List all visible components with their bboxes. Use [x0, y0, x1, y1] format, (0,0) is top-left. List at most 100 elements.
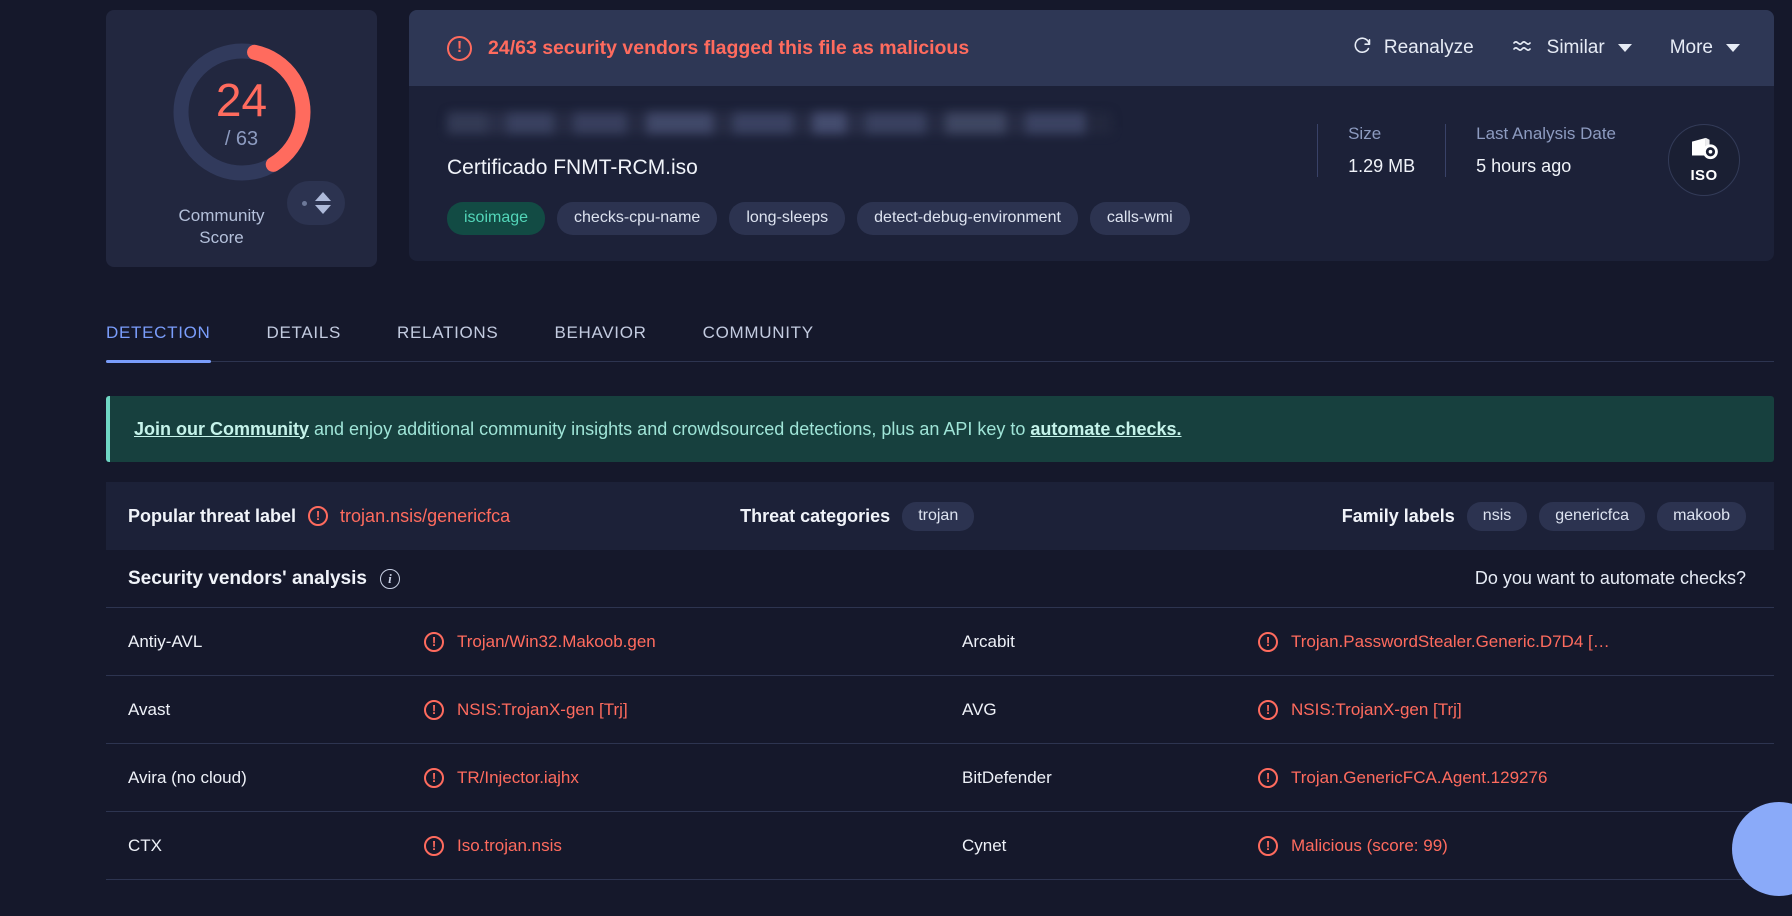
vendor-cell: BitDefender ! Trojan.GenericFCA.Agent.12… — [940, 744, 1774, 811]
tab-bar: DETECTION DETAILS RELATIONS BEHAVIOR COM… — [106, 309, 1774, 362]
community-score-label-line1: Community — [162, 205, 282, 227]
vendor-name: Cynet — [962, 836, 1258, 856]
file-summary-panel: ! 24/63 security vendors flagged this fi… — [409, 10, 1774, 261]
vendor-result-text: Trojan/Win32.Makoob.gen — [457, 632, 656, 652]
vendor-result: ! Trojan.GenericFCA.Agent.129276 — [1258, 768, 1547, 788]
vote-dot-icon — [302, 201, 307, 206]
family-label-makoob[interactable]: makoob — [1657, 502, 1746, 531]
vendor-result: ! Iso.trojan.nsis — [424, 836, 562, 856]
reanalyze-icon — [1352, 35, 1373, 62]
file-name: Certificado FNMT-RCM.iso — [447, 156, 1317, 180]
vendor-result: ! Trojan.PasswordStealer.Generic.D7D4 [… — [1258, 632, 1610, 652]
last-analysis-date: Last Analysis Date 5 hours ago — [1445, 124, 1646, 177]
vendor-result: ! Malicious (score: 99) — [1258, 836, 1448, 856]
family-labels-title: Family labels — [1342, 506, 1455, 527]
file-size-label: Size — [1348, 124, 1415, 144]
vendor-result: ! NSIS:TrojanX-gen [Trj] — [1258, 700, 1462, 720]
verdict-actions: Reanalyze Similar More — [1352, 35, 1740, 62]
vendors-title-group: Security vendors' analysis i — [128, 568, 400, 590]
similar-icon — [1512, 37, 1536, 59]
automate-checks-link[interactable]: automate checks. — [1030, 419, 1181, 439]
detection-content: Join our Community and enjoy additional … — [106, 396, 1774, 880]
family-label-genericfca[interactable]: genericfca — [1539, 502, 1645, 531]
last-analysis-date-label: Last Analysis Date — [1476, 124, 1616, 144]
vendor-name: Avast — [128, 700, 424, 720]
tab-behavior[interactable]: BEHAVIOR — [554, 309, 646, 361]
vendor-result-text: Malicious (score: 99) — [1291, 836, 1448, 856]
alert-icon: ! — [424, 632, 444, 652]
vendors-header: Security vendors' analysis i Do you want… — [106, 550, 1774, 608]
vendor-result-text: Trojan.GenericFCA.Agent.129276 — [1291, 768, 1547, 788]
chevron-down-icon — [1726, 44, 1740, 52]
tag-long-sleeps[interactable]: long-sleeps — [729, 202, 845, 235]
detection-count: 24 — [216, 77, 267, 123]
more-button[interactable]: More — [1670, 37, 1740, 59]
vendor-cell: CTX ! Iso.trojan.nsis — [106, 812, 940, 879]
file-meta: Size 1.29 MB Last Analysis Date 5 hours … — [1317, 108, 1740, 196]
automate-checks-prompt[interactable]: Do you want to automate checks? — [1475, 568, 1746, 589]
alert-icon: ! — [424, 836, 444, 856]
file-tags: isoimage checks-cpu-name long-sleeps det… — [447, 202, 1317, 235]
similar-label: Similar — [1547, 37, 1605, 59]
table-row: Avira (no cloud) ! TR/Injector.iajhx Bit… — [106, 744, 1774, 812]
threat-summary-bar: Popular threat label ! trojan.nsis/gener… — [106, 482, 1774, 550]
tag-detect-debug-environment[interactable]: detect-debug-environment — [857, 202, 1078, 235]
vote-arrows[interactable] — [315, 192, 331, 214]
tab-community[interactable]: COMMUNITY — [703, 309, 814, 361]
tab-details[interactable]: DETAILS — [267, 309, 342, 361]
vote-up-icon[interactable] — [315, 192, 331, 201]
vendor-result: ! Trojan/Win32.Makoob.gen — [424, 632, 656, 652]
vote-down-icon[interactable] — [315, 205, 331, 214]
vendor-cell: Avast ! NSIS:TrojanX-gen [Trj] — [106, 676, 940, 743]
vendor-name: Avira (no cloud) — [128, 768, 424, 788]
community-banner: Join our Community and enjoy additional … — [106, 396, 1774, 462]
similar-button[interactable]: Similar — [1512, 37, 1632, 59]
popular-threat-label-group: Popular threat label ! trojan.nsis/gener… — [128, 506, 510, 527]
vendor-result-text: Iso.trojan.nsis — [457, 836, 562, 856]
file-size: Size 1.29 MB — [1317, 124, 1445, 177]
vendor-cell: Antiy-AVL ! Trojan/Win32.Makoob.gen — [106, 608, 940, 675]
tag-checks-cpu-name[interactable]: checks-cpu-name — [557, 202, 717, 235]
alert-icon: ! — [447, 36, 472, 61]
file-type-badge: ISO — [1668, 124, 1740, 196]
vendor-cell: AVG ! NSIS:TrojanX-gen [Trj] — [940, 676, 1774, 743]
vendor-name: BitDefender — [962, 768, 1258, 788]
table-row: CTX ! Iso.trojan.nsis Cynet ! Malicious … — [106, 812, 1774, 880]
alert-icon: ! — [424, 768, 444, 788]
vendor-result: ! TR/Injector.iajhx — [424, 768, 579, 788]
tag-isoimage[interactable]: isoimage — [447, 202, 545, 235]
vendor-name: AVG — [962, 700, 1258, 720]
community-banner-middle: and enjoy additional community insights … — [309, 419, 1030, 439]
vendor-result-text: NSIS:TrojanX-gen [Trj] — [457, 700, 628, 720]
alert-icon: ! — [1258, 836, 1278, 856]
join-community-link[interactable]: Join our Community — [134, 419, 309, 439]
iso-disc-icon — [1689, 137, 1719, 166]
vendor-cell: Avira (no cloud) ! TR/Injector.iajhx — [106, 744, 940, 811]
verdict-bar: ! 24/63 security vendors flagged this fi… — [409, 10, 1774, 86]
vendor-result-text: NSIS:TrojanX-gen [Trj] — [1291, 700, 1462, 720]
alert-icon: ! — [424, 700, 444, 720]
vendor-result-text: TR/Injector.iajhx — [457, 768, 579, 788]
threat-categories-title: Threat categories — [740, 506, 890, 527]
vendor-result-text: Trojan.PasswordStealer.Generic.D7D4 [… — [1291, 632, 1610, 652]
alert-icon: ! — [1258, 632, 1278, 652]
reanalyze-button[interactable]: Reanalyze — [1352, 35, 1474, 62]
tag-calls-wmi[interactable]: calls-wmi — [1090, 202, 1190, 235]
tab-detection[interactable]: DETECTION — [106, 309, 211, 361]
vendor-name: Antiy-AVL — [128, 632, 424, 652]
tab-relations[interactable]: RELATIONS — [397, 309, 498, 361]
vendor-cell: Cynet ! Malicious (score: 99) — [940, 812, 1774, 879]
family-label-nsis[interactable]: nsis — [1467, 502, 1527, 531]
file-size-value: 1.29 MB — [1348, 156, 1415, 177]
file-hash-redacted — [447, 112, 1112, 134]
file-type-label: ISO — [1690, 167, 1717, 184]
vendor-result: ! NSIS:TrojanX-gen [Trj] — [424, 700, 628, 720]
threat-category-trojan[interactable]: trojan — [902, 502, 974, 531]
community-score-label-line2: Score — [162, 227, 282, 249]
vote-widget[interactable] — [287, 181, 345, 225]
popular-threat-label-value[interactable]: trojan.nsis/genericfca — [340, 506, 510, 527]
info-icon[interactable]: i — [380, 569, 400, 589]
verdict-message: ! 24/63 security vendors flagged this fi… — [447, 36, 1352, 61]
community-score-card: 24 / 63 Community Score — [106, 10, 377, 267]
detection-ratio-donut: 24 / 63 — [166, 36, 318, 188]
